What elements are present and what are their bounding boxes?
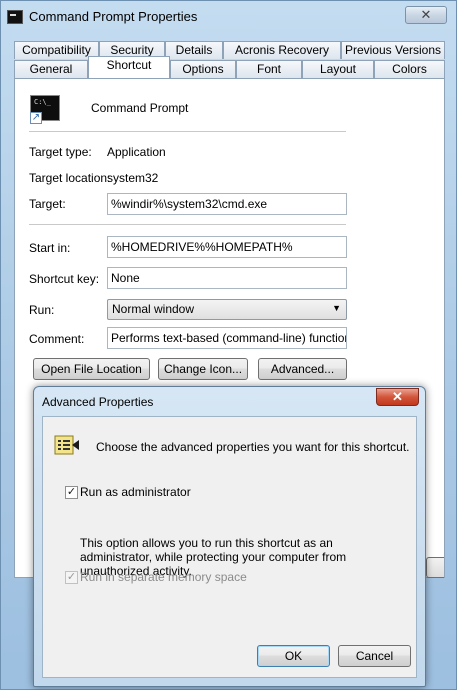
tab-colors[interactable]: Colors [374, 60, 445, 78]
tab-strip: Compatibility Security Details Acronis R… [14, 41, 445, 79]
target-location-value: system32 [107, 171, 159, 185]
icon-text: C:\_ [34, 98, 51, 106]
tab-details[interactable]: Details [165, 41, 223, 59]
open-file-location-button[interactable]: Open File Location [33, 358, 150, 380]
advanced-properties-dialog: Advanced Properties ✕ Choose the advance… [33, 386, 426, 687]
tab-previous-versions[interactable]: Previous Versions [341, 41, 445, 59]
dialog-body: Choose the advanced properties you want … [42, 416, 417, 678]
start-in-field[interactable]: %HOMEDRIVE%%HOMEPATH% [107, 236, 347, 258]
tab-options[interactable]: Options [170, 60, 236, 78]
target-label: Target: [29, 197, 66, 211]
tab-layout[interactable]: Layout [302, 60, 374, 78]
run-label: Run: [29, 303, 55, 317]
start-in-label: Start in: [29, 241, 71, 255]
comment-field[interactable]: Performs text-based (command-line) funct… [107, 327, 347, 349]
run-as-admin-label[interactable]: Run as administrator [80, 485, 191, 499]
chevron-down-icon: ▼ [332, 303, 341, 313]
run-select[interactable]: Normal window ▼ [107, 299, 347, 320]
target-field[interactable]: %windir%\system32\cmd.exe [107, 193, 347, 215]
dialog-heading: Choose the advanced properties you want … [96, 440, 410, 454]
command-prompt-icon [7, 10, 23, 24]
shortcut-key-field[interactable]: None [107, 267, 347, 289]
comment-label: Comment: [29, 332, 85, 346]
close-button[interactable]: ✕ [405, 6, 447, 24]
tab-acronis-recovery[interactable]: Acronis Recovery [223, 41, 341, 59]
ok-button[interactable]: OK [257, 645, 330, 667]
title-bar[interactable]: Command Prompt Properties ✕ [1, 1, 456, 35]
target-type-label: Target type: [29, 145, 92, 159]
run-as-admin-checkbox[interactable]: ✓ [65, 486, 78, 499]
tab-font[interactable]: Font [236, 60, 302, 78]
target-type-value: Application [107, 145, 166, 159]
properties-icon [54, 435, 79, 455]
cancel-button[interactable]: Cancel [338, 645, 411, 667]
divider [29, 131, 346, 132]
separate-memory-checkbox: ✓ [65, 571, 78, 584]
shortcut-name: Command Prompt [91, 101, 189, 115]
tab-shortcut[interactable]: Shortcut [88, 56, 170, 78]
partially-hidden-button[interactable] [426, 557, 444, 578]
divider [29, 224, 346, 225]
run-select-value: Normal window [112, 302, 195, 316]
dialog-title: Advanced Properties [42, 395, 154, 409]
tab-compatibility[interactable]: Compatibility [14, 41, 99, 59]
window-title: Command Prompt Properties [29, 9, 198, 24]
separate-memory-label: Run in separate memory space [80, 570, 247, 584]
tab-general[interactable]: General [14, 60, 88, 78]
dialog-close-button[interactable]: ✕ [376, 388, 419, 406]
shortcut-arrow-icon: ↗ [30, 112, 42, 124]
target-location-label: Target location: [29, 171, 111, 185]
advanced-button[interactable]: Advanced... [258, 358, 347, 380]
change-icon-button[interactable]: Change Icon... [158, 358, 248, 380]
shortcut-key-label: Shortcut key: [29, 272, 100, 286]
